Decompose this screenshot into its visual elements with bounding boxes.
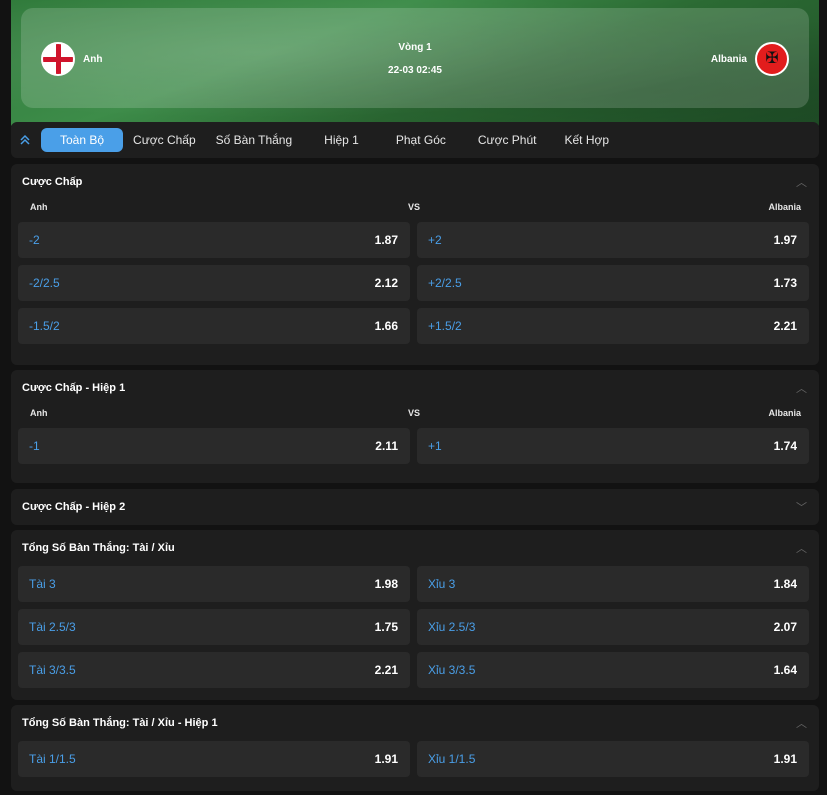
match-card: Anh Vòng 1 22-03 02:45 Albania ✠ — [21, 8, 809, 108]
odds-value: 1.97 — [773, 233, 797, 247]
total-line: Xỉu 3/3.5 — [428, 663, 476, 677]
odds-cell[interactable]: Tài 2.5/3 1.75 — [18, 609, 410, 645]
albania-flag-icon: ✠ — [755, 42, 789, 76]
odds-cell[interactable]: Tài 1/1.5 1.91 — [18, 741, 410, 777]
odds-cell[interactable]: +2/2.5 1.73 — [417, 265, 809, 301]
odds-cell[interactable]: -2/2.5 2.12 — [18, 265, 410, 301]
total-line: Tài 3 — [29, 577, 56, 591]
odds-value: 2.11 — [375, 439, 398, 453]
total-line: Tài 2.5/3 — [29, 620, 76, 634]
odds-cell[interactable]: +2 1.97 — [417, 222, 809, 258]
odds-cell[interactable]: +1.5/2 2.21 — [417, 308, 809, 344]
handicap-line: -2/2.5 — [29, 276, 60, 290]
section-handicap-first-half: Cược Chấp - Hiệp 1 ︿ Anh VS Albania -1 2.… — [11, 370, 819, 483]
vs-label: VS — [408, 408, 421, 418]
handicap-line: +2 — [428, 233, 442, 247]
round-label: Vòng 1 — [398, 42, 432, 53]
chevron-up-icon[interactable]: ︿ — [796, 715, 807, 731]
total-line: Tài 1/1.5 — [29, 752, 76, 766]
section-header[interactable]: Cược Chấp ︿ — [11, 164, 819, 200]
handicap-line: -2 — [29, 233, 40, 247]
collapse-all-icon[interactable] — [11, 122, 39, 158]
tab-handicap[interactable]: Cược Chấp — [123, 128, 206, 152]
odds-cell[interactable]: -2 1.87 — [18, 222, 410, 258]
section-handicap: Cược Chấp ︿ Anh VS Albania -2 1.87 +2 1.97… — [11, 164, 819, 365]
vs-label: VS — [408, 202, 421, 212]
odds-value: 1.98 — [374, 577, 398, 591]
section-header[interactable]: Tổng Số Bàn Thắng: Tài / Xỉu ︿ — [11, 530, 819, 566]
tab-minute-bets[interactable]: Cược Phút — [468, 128, 547, 152]
odds-value: 1.91 — [773, 752, 797, 766]
odds-cell[interactable]: +1 1.74 — [417, 428, 809, 464]
tab-combo[interactable]: Kết Hợp — [554, 128, 619, 152]
odds-value: 1.87 — [374, 233, 398, 247]
odds-cell[interactable]: Xỉu 3 1.84 — [417, 566, 809, 602]
tab-first-half[interactable]: Hiệp 1 — [314, 128, 369, 152]
match-header: Anh Vòng 1 22-03 02:45 Albania ✠ — [11, 0, 819, 130]
team-labels: Anh VS Albania — [11, 406, 819, 420]
chevron-up-icon[interactable]: ︿ — [796, 540, 807, 556]
odds-value: 2.21 — [374, 663, 398, 677]
odds-value: 2.12 — [374, 276, 398, 290]
section-total-goals-first-half: Tổng Số Bàn Thắng: Tài / Xỉu - Hiệp 1 ︿ … — [11, 705, 819, 791]
odds-cell[interactable]: Xỉu 1/1.5 1.91 — [417, 741, 809, 777]
section-total-goals: Tổng Số Bàn Thắng: Tài / Xỉu ︿ Tài 3 1.98… — [11, 530, 819, 700]
section-header[interactable]: Cược Chấp - Hiệp 2 ﹀ — [11, 489, 819, 525]
odds-value: 1.66 — [374, 319, 398, 333]
odds-cell[interactable]: Tài 3/3.5 2.21 — [18, 652, 410, 688]
team-labels: Anh VS Albania — [11, 200, 819, 214]
handicap-line: -1 — [29, 439, 40, 453]
market-tabs: Toàn Bộ Cược Chấp Số Bàn Thắng Hiệp 1 Ph… — [11, 122, 819, 158]
total-line: Xỉu 1/1.5 — [428, 752, 476, 766]
odds-value: 2.21 — [773, 319, 797, 333]
section-title: Cược Chấp — [22, 176, 83, 188]
odds-cell[interactable]: Xỉu 2.5/3 2.07 — [417, 609, 809, 645]
total-line: Xỉu 2.5/3 — [428, 620, 476, 634]
odds-cell[interactable]: -1 2.11 — [18, 428, 410, 464]
tab-goals[interactable]: Số Bàn Thắng — [206, 128, 303, 152]
section-handicap-second-half: Cược Chấp - Hiệp 2 ﹀ — [11, 489, 819, 525]
chevron-down-icon[interactable]: ﹀ — [796, 499, 807, 515]
section-title: Tổng Số Bàn Thắng: Tài / Xỉu — [22, 542, 175, 554]
home-team-name: Anh — [83, 53, 103, 65]
odds-value: 1.64 — [773, 663, 797, 677]
away-label: Albania — [768, 202, 801, 212]
odds-value: 1.91 — [374, 752, 398, 766]
odds-value: 1.74 — [773, 439, 797, 453]
section-title: Cược Chấp - Hiệp 1 — [22, 382, 126, 394]
odds-cell[interactable]: Tài 3 1.98 — [18, 566, 410, 602]
home-label: Anh — [30, 408, 48, 418]
handicap-line: +1 — [428, 439, 442, 453]
odds-cell[interactable]: -1.5/2 1.66 — [18, 308, 410, 344]
odds-value: 2.07 — [773, 620, 797, 634]
section-title: Cược Chấp - Hiệp 2 — [22, 501, 126, 513]
odds-value: 1.84 — [773, 577, 797, 591]
away-team: Albania ✠ — [711, 42, 789, 76]
chevron-up-icon[interactable]: ︿ — [796, 380, 807, 396]
odds-value: 1.73 — [773, 276, 797, 290]
total-line: Xỉu 3 — [428, 577, 456, 591]
odds-value: 1.75 — [374, 620, 398, 634]
tab-corners[interactable]: Phạt Góc — [386, 128, 456, 152]
match-datetime: 22-03 02:45 — [388, 65, 442, 76]
section-title: Tổng Số Bàn Thắng: Tài / Xỉu - Hiệp 1 — [22, 717, 218, 729]
total-line: Tài 3/3.5 — [29, 663, 76, 677]
section-header[interactable]: Tổng Số Bàn Thắng: Tài / Xỉu - Hiệp 1 ︿ — [11, 705, 819, 741]
handicap-line: -1.5/2 — [29, 319, 60, 333]
home-label: Anh — [30, 202, 48, 212]
away-label: Albania — [768, 408, 801, 418]
handicap-line: +1.5/2 — [428, 319, 462, 333]
handicap-line: +2/2.5 — [428, 276, 462, 290]
odds-cell[interactable]: Xỉu 3/3.5 1.64 — [417, 652, 809, 688]
tab-all[interactable]: Toàn Bộ — [41, 128, 124, 152]
chevron-up-icon[interactable]: ︿ — [796, 174, 807, 190]
section-header[interactable]: Cược Chấp - Hiệp 1 ︿ — [11, 370, 819, 406]
away-team-name: Albania — [710, 53, 747, 65]
